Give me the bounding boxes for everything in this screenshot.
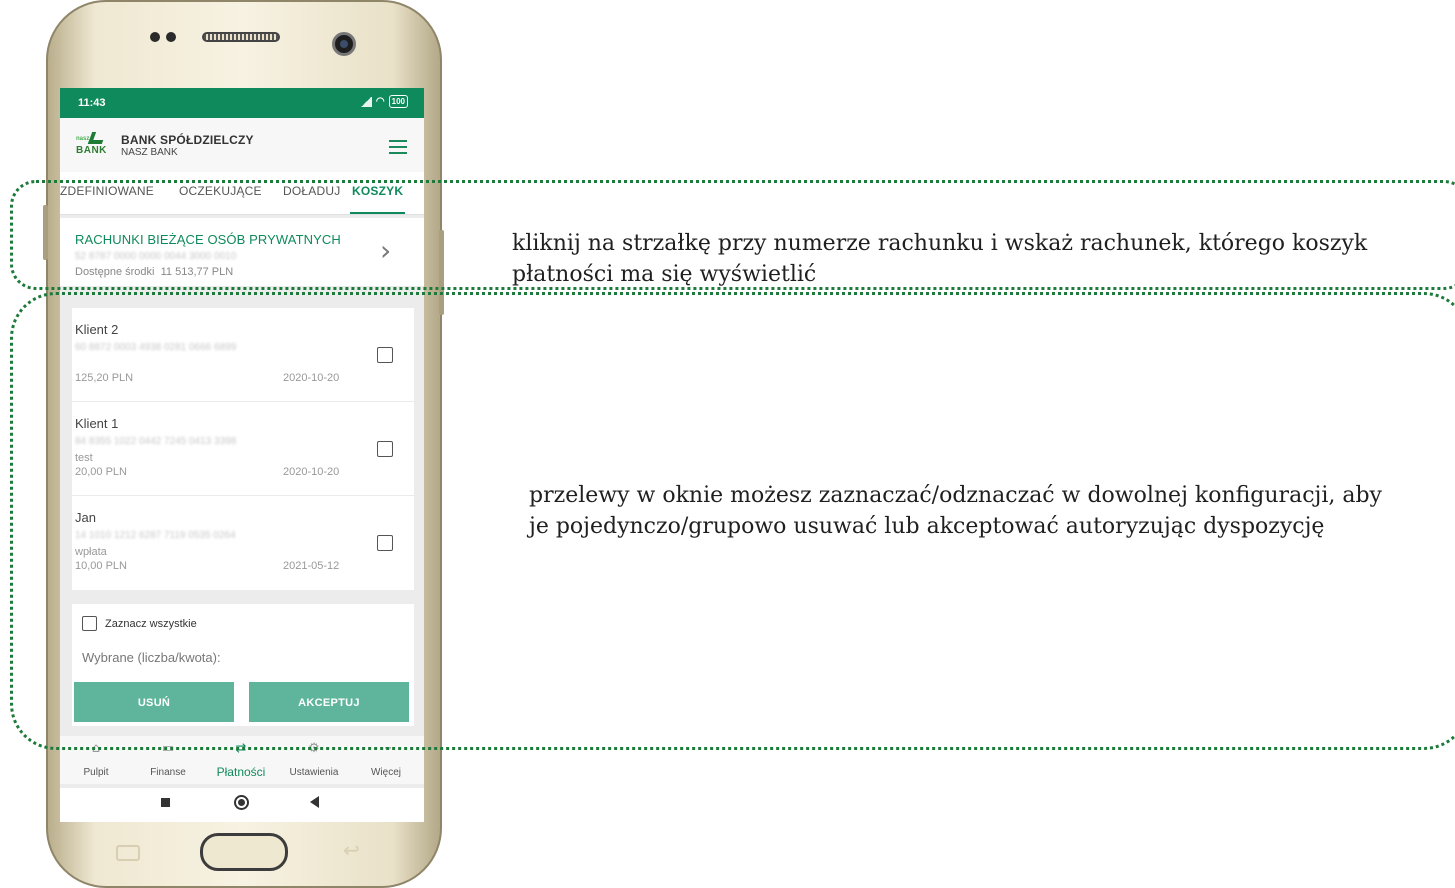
available-funds-value: 11 513,77 PLN [160,266,234,278]
bank-logo: nasz BANK [76,132,108,158]
transfer-item[interactable]: Jan 14 1010 1212 6287 7119 0535 0264 wpł… [72,496,414,589]
account-selector[interactable]: RACHUNKI BIEŻĄCE OSÓB PRYWATNYCH 52 8787… [60,218,424,286]
gear-icon: ⚙ [308,741,320,756]
transfer-amount: 20,00 PLN [75,466,127,478]
select-all-label: Zaznacz wszystkie [105,617,197,630]
transfer-date: 2021-05-12 [283,560,340,572]
bottom-navigation: ⌂ Pulpit ▭ Finanse ⇄ Płatności ⚙ Ustawie… [60,736,424,784]
home-icon: ⌂ [91,741,101,756]
transfer-date: 2020-10-20 [283,466,340,478]
tab-doladuj[interactable]: DOŁADUJ [283,172,340,212]
status-bar: 11:43 ◠ 100 [60,88,424,118]
available-funds: Dostępne środki 11 513,77 PLN [75,266,233,278]
transfer-recipient: Klient 1 [75,416,119,431]
nav-platnosci[interactable]: ⇄ Płatności [206,741,276,780]
selected-summary: Wybrane (liczba/kwota): [82,650,221,665]
annotation-account-hint: kliknij na strzałkę przy numerze rachunk… [512,231,1368,287]
transfer-date: 2020-10-20 [283,372,340,384]
transfer-description: test [75,452,93,464]
bank-subname: NASZ BANK [121,147,178,158]
select-all[interactable]: Zaznacz wszystkie [82,616,197,631]
hardware-home-button[interactable] [200,833,288,871]
select-all-checkbox[interactable] [82,616,97,631]
transfer-account: 84 8355 1022 0442 7245 0413 3398 [75,436,237,447]
transfer-amount: 125,20 PLN [75,372,134,384]
wallet-icon: ▭ [161,741,175,756]
home-circle-icon[interactable] [234,795,249,810]
android-navigation-bar [60,788,424,822]
delete-button[interactable]: USUŃ [74,682,234,722]
transfer-account: 60 8872 0003 4938 0281 0666 6899 [75,342,237,353]
nav-pulpit[interactable]: ⌂ Pulpit [61,741,131,779]
transfer-checkbox[interactable] [377,535,393,551]
tab-zdefiniowane[interactable]: ZDEFINIOWANE [60,172,154,212]
transfer-checkbox[interactable] [377,347,393,363]
hamburger-icon[interactable] [389,140,407,154]
nav-ustawienia[interactable]: ⚙ Ustawienia [279,741,349,779]
nav-wiecej[interactable]: ⋯ Więcej [351,741,421,779]
transfer-amount: 10,00 PLN [75,560,127,572]
nav-finanse[interactable]: ▭ Finanse [133,741,203,779]
transfer-list: Klient 2 60 8872 0003 4938 0281 0666 689… [72,308,414,590]
account-name: RACHUNKI BIEŻĄCE OSÓB PRYWATNYCH [75,232,341,247]
hardware-recent-icon[interactable] [116,845,140,861]
account-number: 52 8787 0000 0000 0044 3000 0010 [75,251,237,262]
basket-actions: Zaznacz wszystkie Wybrane (liczba/kwota)… [72,604,414,726]
status-time: 11:43 [78,97,106,109]
accept-button[interactable]: AKCEPTUJ [249,682,409,722]
transfer-item[interactable]: Klient 2 60 8872 0003 4938 0281 0666 689… [72,308,414,402]
wifi-icon: ◠ [375,95,385,107]
sensor-dots [150,32,176,42]
bank-name: BANK SPÓŁDZIELCZY [121,133,254,147]
hardware-back-icon[interactable]: ↩ [343,840,369,860]
phone-screen: 11:43 ◠ 100 nasz BANK BANK SPÓŁDZIELCZY … [60,88,424,822]
transfer-checkbox[interactable] [377,441,393,457]
battery-icon: 100 [388,95,408,108]
logo-arrow-icon [87,132,107,144]
front-camera [332,32,356,56]
tab-koszyk[interactable]: KOSZYK [350,172,406,214]
signal-icon [359,96,372,107]
back-triangle-icon[interactable] [310,796,319,808]
chevron-right-icon[interactable]: › [380,236,404,266]
payments-icon: ⇄ [235,741,247,756]
tab-oczekujace[interactable]: OCZEKUJĄCE [179,172,262,212]
transfer-recipient: Klient 2 [75,322,119,337]
transfer-item[interactable]: Klient 1 84 8355 1022 0442 7245 0413 339… [72,402,414,496]
more-icon: ⋯ [379,741,393,756]
recent-apps-icon[interactable] [161,798,170,807]
tab-bar: ZDEFINIOWANE OCZEKUJĄCE DOŁADUJ KOSZYK [60,172,424,215]
available-funds-label: Dostępne środki [75,266,155,278]
annotation-transfers-hint: przelewy w oknie możesz zaznaczać/odznac… [529,483,1382,539]
earpiece-speaker [202,32,280,42]
transfer-recipient: Jan [75,510,96,525]
app-header: nasz BANK BANK SPÓŁDZIELCZY NASZ BANK [60,118,424,172]
transfer-description: wpłata [75,546,107,558]
transfer-account: 14 1010 1212 6287 7119 0535 0264 [75,530,236,541]
status-icons: ◠ 100 [359,95,408,108]
volume-key [43,205,48,260]
power-key [439,230,444,315]
